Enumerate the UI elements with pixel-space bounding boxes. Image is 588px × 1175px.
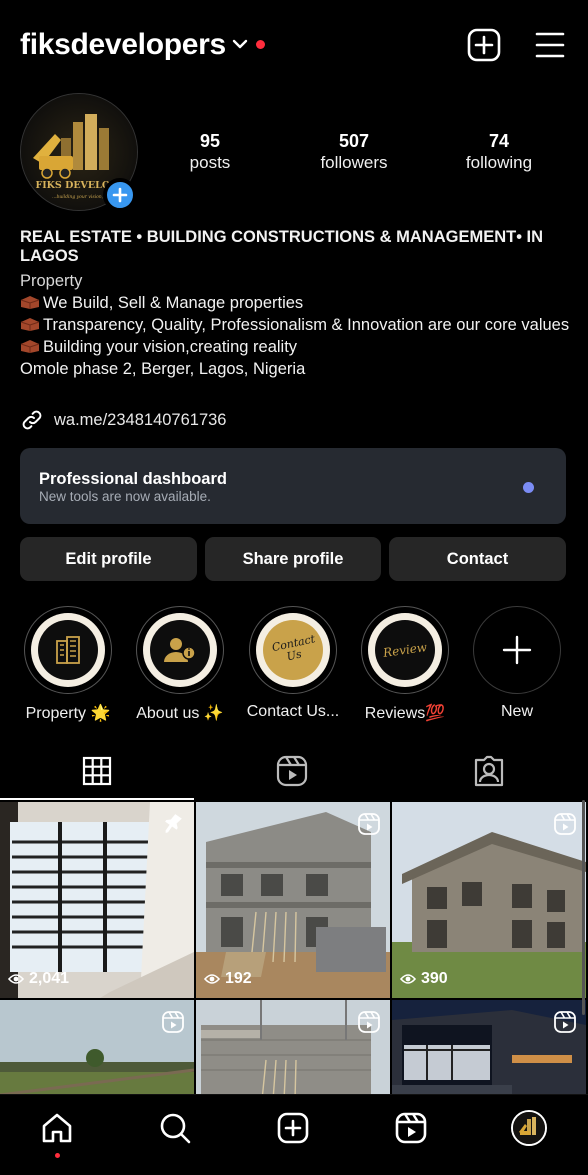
- view-count: 2,041: [8, 970, 69, 988]
- highlight-contact-us[interactable]: Contact Us Contact Us...: [247, 606, 339, 721]
- grid-icon[interactable]: [80, 754, 114, 788]
- home-notification-dot: [55, 1153, 60, 1158]
- highlight-label: Reviews💯: [364, 705, 446, 722]
- bio-category[interactable]: Property: [20, 270, 570, 292]
- stat-label: following: [465, 153, 533, 172]
- dashboard-subtitle: New tools are now available.: [39, 489, 211, 504]
- followers-count[interactable]: 507 followers: [289, 130, 419, 174]
- scrollbar[interactable]: [582, 800, 585, 1015]
- reel-icon: [358, 1011, 380, 1033]
- profile-tabs: [0, 744, 588, 802]
- professional-dashboard[interactable]: Professional dashboard New tools are now…: [20, 448, 566, 524]
- username-switcher[interactable]: fiksdevelopers: [20, 28, 226, 62]
- eye-icon: [400, 974, 416, 984]
- grid-post[interactable]: [196, 1000, 390, 1094]
- reel-icon: [554, 1011, 576, 1033]
- eye-icon: [8, 974, 24, 984]
- plus-icon: [112, 187, 128, 203]
- grid-post[interactable]: [392, 1000, 586, 1094]
- reels-icon[interactable]: [394, 1111, 428, 1145]
- highlight-property[interactable]: Property 🌟: [23, 606, 113, 723]
- view-count: 390: [400, 970, 448, 988]
- add-story-button[interactable]: [103, 178, 137, 212]
- stat-number: 74: [488, 131, 510, 151]
- bottom-nav: [0, 1094, 588, 1175]
- posts-count[interactable]: 95 posts: [145, 130, 275, 174]
- highlight-label: About us ✨: [136, 705, 224, 722]
- dashboard-title: Professional dashboard: [39, 470, 227, 488]
- view-count: 192: [204, 970, 252, 988]
- highlight-cover-text: Contact Us: [270, 632, 317, 664]
- bio-link[interactable]: wa.me/2348140761736: [20, 407, 226, 433]
- new-post-icon[interactable]: [467, 28, 501, 62]
- brick-icon: [20, 340, 40, 353]
- edit-profile-button[interactable]: Edit profile: [20, 537, 197, 581]
- contact-button[interactable]: Contact: [389, 537, 566, 581]
- pin-icon: [165, 814, 182, 834]
- active-tab-indicator: [0, 798, 194, 800]
- grid-post[interactable]: 192: [196, 802, 390, 998]
- plus-icon: [502, 635, 532, 665]
- reel-icon: [358, 813, 380, 835]
- reel-icon: [554, 813, 576, 835]
- posts-grid: 2,041 192 390: [0, 802, 588, 1094]
- tagged-icon[interactable]: [472, 754, 506, 788]
- bio-headline: REAL ESTATE • BUILDING CONSTRUCTIONS & M…: [20, 228, 544, 265]
- notification-dot: [256, 40, 265, 49]
- profile-avatar[interactable]: [511, 1110, 547, 1146]
- brick-icon: [20, 318, 40, 331]
- grid-post[interactable]: 2,041: [0, 802, 194, 998]
- grid-post[interactable]: [0, 1000, 194, 1094]
- reels-icon[interactable]: [275, 754, 309, 788]
- link-icon: [22, 410, 42, 430]
- brick-icon: [20, 296, 40, 309]
- reel-icon: [162, 1011, 184, 1033]
- bio-line: Building your vision,creating reality: [20, 336, 570, 358]
- highlight-label: Contact Us...: [246, 703, 340, 720]
- search-icon[interactable]: [158, 1111, 192, 1145]
- stat-number: 95: [199, 131, 221, 151]
- grid-post[interactable]: 390: [392, 802, 586, 998]
- link-text[interactable]: wa.me/2348140761736: [54, 411, 226, 430]
- company-logo: [513, 1112, 545, 1144]
- highlight-label: Property 🌟: [25, 705, 111, 722]
- stat-number: 507: [338, 131, 370, 151]
- home-icon[interactable]: [40, 1111, 74, 1145]
- chevron-down-icon[interactable]: [232, 36, 248, 52]
- share-profile-button[interactable]: Share profile: [205, 537, 381, 581]
- highlight-new[interactable]: New: [472, 606, 562, 721]
- bio-line: We Build, Sell & Manage properties: [20, 292, 570, 314]
- highlight-cover-text: Review: [382, 639, 428, 661]
- stat-label: followers: [320, 153, 388, 172]
- bio-line: Transparency, Quality, Professionalism &…: [20, 314, 570, 336]
- bio-address: Omole phase 2, Berger, Lagos, Nigeria: [20, 360, 306, 378]
- stat-label: posts: [189, 153, 231, 172]
- highlight-about-us[interactable]: About us ✨: [135, 606, 225, 723]
- profile-bio: REAL ESTATE • BUILDING CONSTRUCTIONS & M…: [20, 228, 570, 380]
- building-icon: [56, 636, 80, 664]
- eye-icon: [204, 974, 220, 984]
- dashboard-new-dot: [523, 482, 534, 493]
- menu-icon[interactable]: [534, 30, 566, 60]
- user-info-icon: [164, 638, 196, 662]
- top-bar: fiksdevelopers: [0, 0, 588, 90]
- highlight-reviews[interactable]: Review Reviews💯: [360, 606, 450, 723]
- following-count[interactable]: 74 following: [434, 130, 564, 174]
- highlight-label: New: [500, 703, 533, 720]
- create-icon[interactable]: [276, 1111, 310, 1145]
